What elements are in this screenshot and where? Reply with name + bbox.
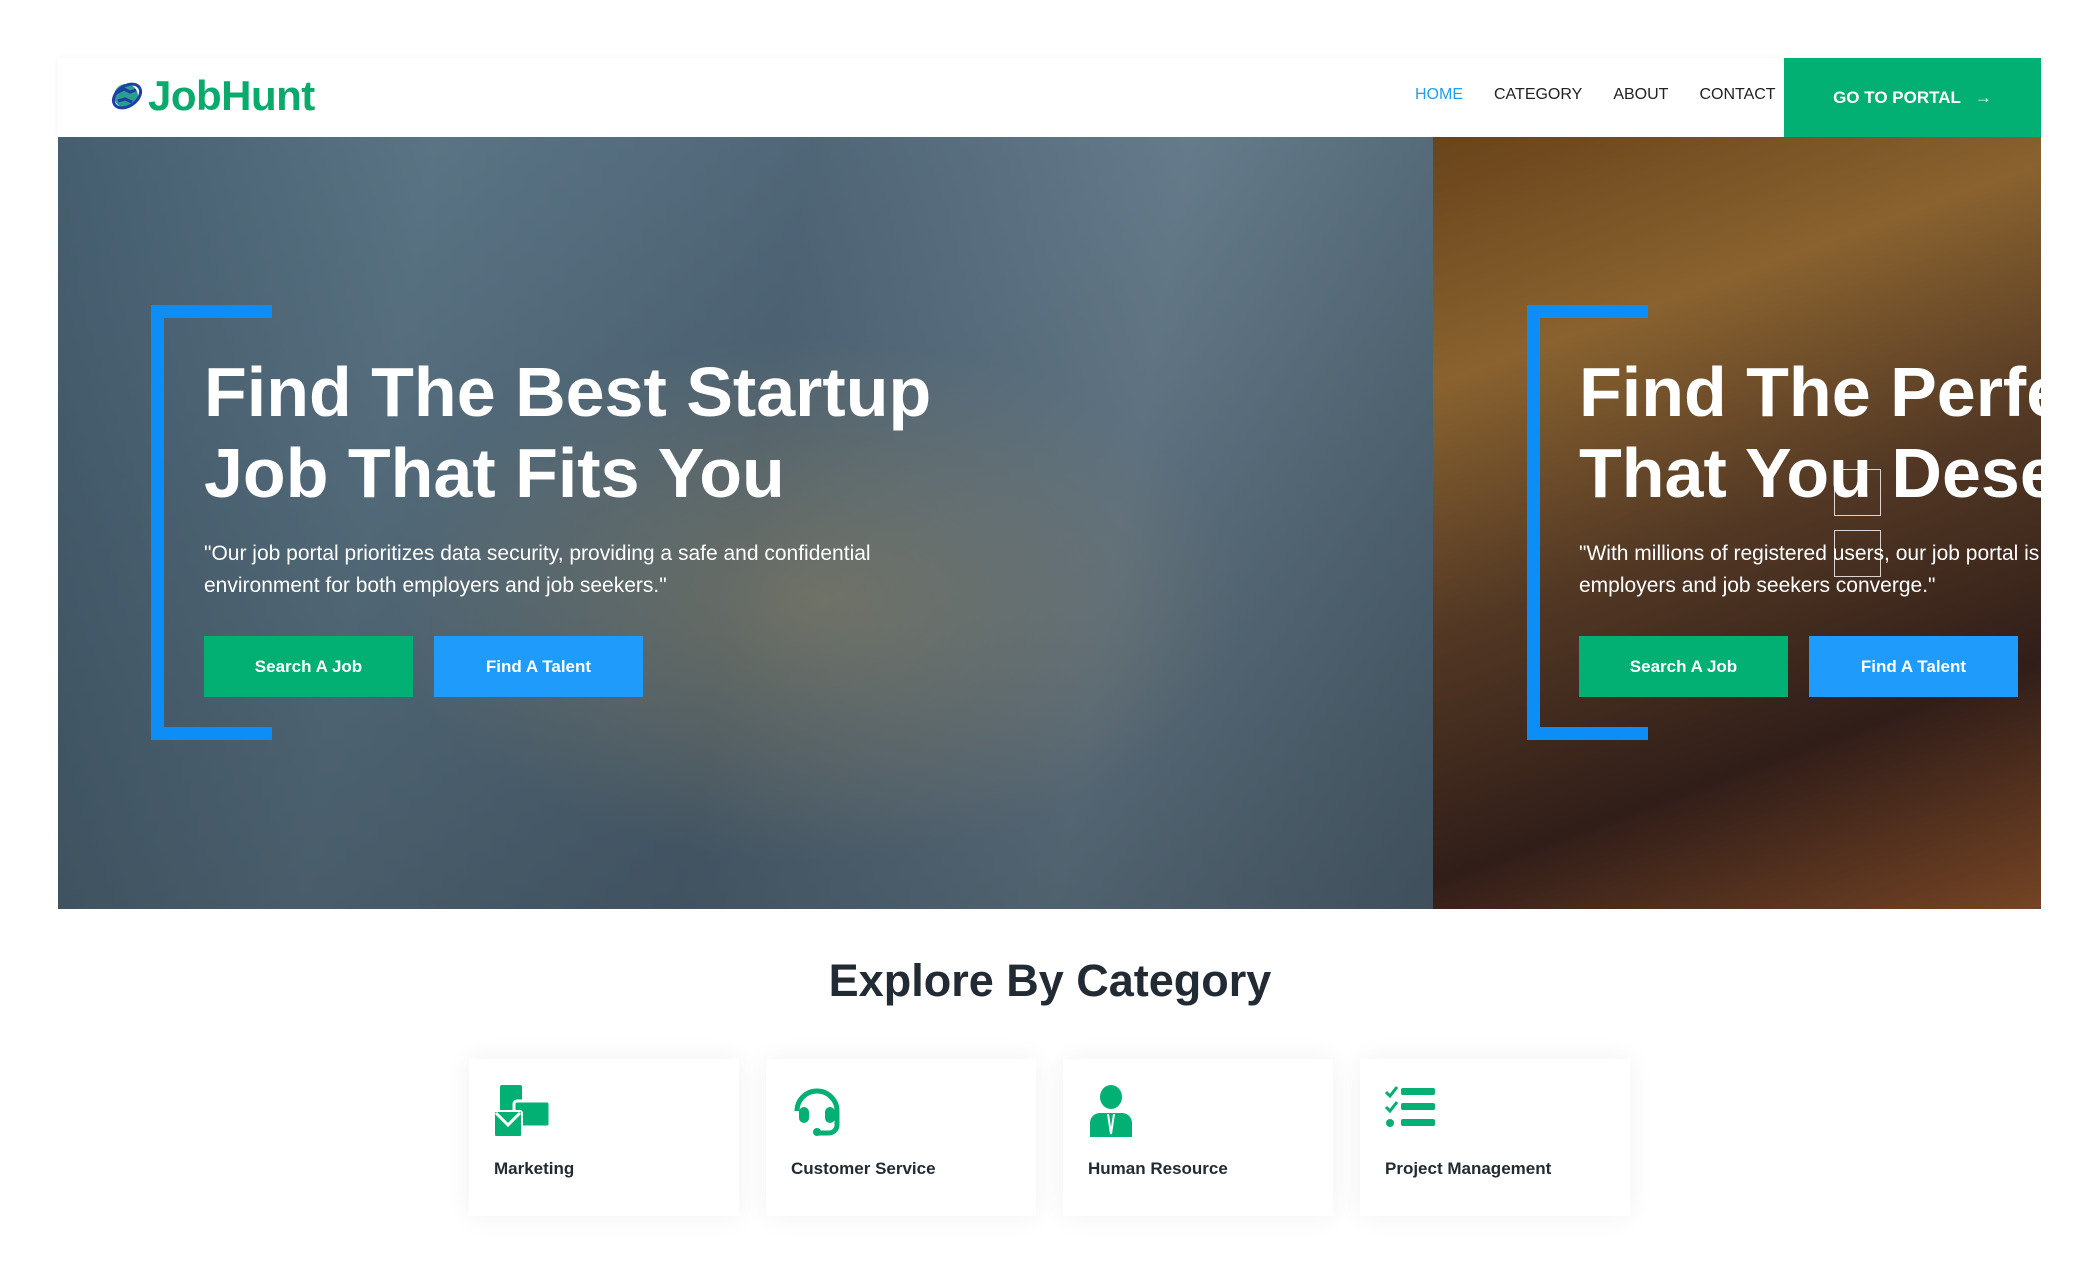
category-label: Marketing — [494, 1159, 575, 1178]
nav-category[interactable]: CATEGORY — [1494, 86, 1582, 104]
site-header: JobHunt HOME CATEGORY ABOUT CONTACT GO T… — [58, 58, 2041, 137]
slider-control-box[interactable] — [1834, 469, 1881, 516]
arrow-right-icon: → — [1974, 87, 1992, 107]
hero-slide-1-content: Find The Best Startup Job That Fits You "… — [204, 352, 931, 697]
hero-title: Find The Best Startup Job That Fits You — [204, 353, 932, 512]
find-talent-button[interactable]: Find A Talent — [434, 636, 643, 697]
category-card-customer-service[interactable]: Customer Service — [766, 1059, 1036, 1216]
marketing-icon — [494, 1085, 552, 1137]
person-tie-icon — [1090, 1085, 1132, 1137]
category-card-human-resource[interactable]: Human Resource — [1063, 1059, 1333, 1216]
logo[interactable]: JobHunt — [110, 72, 315, 120]
nav-about[interactable]: ABOUT — [1613, 86, 1668, 104]
main-nav: HOME CATEGORY ABOUT CONTACT — [1415, 86, 1776, 104]
checklist-icon — [1385, 1086, 1435, 1127]
search-job-button[interactable]: Search A Job — [204, 636, 413, 697]
category-label: Customer Service — [791, 1159, 936, 1178]
hero-text: "Our job portal prioritizes data securit… — [204, 542, 871, 597]
nav-contact[interactable]: CONTACT — [1699, 86, 1775, 104]
category-card-marketing[interactable]: Marketing — [469, 1059, 739, 1216]
category-card-project-management[interactable]: Project Management — [1360, 1059, 1630, 1216]
category-label: Human Resource — [1088, 1159, 1228, 1178]
category-label: Project Management — [1385, 1159, 1552, 1178]
find-talent-button[interactable]: Find A Talent — [1809, 636, 2018, 697]
hero-slider[interactable]: Find The Best Startup Job That Fits You "… — [58, 137, 2041, 909]
category-list: Marketing Customer Service Human Resourc… — [469, 1059, 1630, 1216]
search-job-button[interactable]: Search A Job — [1579, 636, 1788, 697]
logo-text: JobHunt — [148, 72, 315, 119]
slider-control-box[interactable] — [1834, 530, 1881, 577]
hero-text: "With millions of registered users, our … — [1579, 542, 2040, 597]
nav-home[interactable]: HOME — [1415, 86, 1463, 104]
hero-title: Find The Perfe That You Dese — [1579, 353, 2041, 512]
globe-logo-icon — [111, 82, 143, 110]
portal-label: GO TO PORTAL — [1833, 87, 1961, 107]
headset-icon — [794, 1088, 840, 1136]
go-to-portal-button[interactable]: GO TO PORTAL → — [1784, 58, 2041, 137]
section-title: Explore By Category — [828, 955, 1272, 1006]
hero-slide-2-content: Find The Perfe That You Dese "With millio… — [1579, 352, 2041, 697]
